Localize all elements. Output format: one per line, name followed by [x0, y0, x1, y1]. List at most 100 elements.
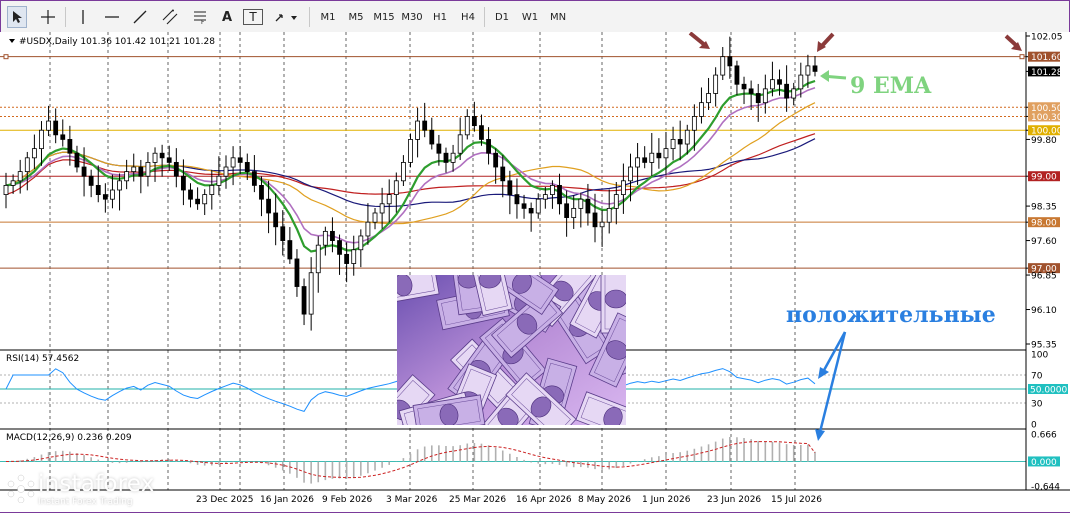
candle-body	[741, 83, 747, 90]
candle-body	[280, 226, 286, 241]
price-level-label: 99.00	[1031, 173, 1057, 183]
timeframe-mn-button[interactable]: MN	[545, 6, 571, 28]
candle-body	[10, 180, 16, 186]
candle-body	[727, 56, 733, 67]
candle-body	[138, 166, 144, 177]
candle-body	[578, 198, 584, 209]
timeframe-m15-button[interactable]: M15	[371, 6, 397, 28]
candle-body	[124, 171, 130, 182]
candle-body	[152, 152, 158, 163]
candle-body	[166, 157, 172, 163]
candle-body	[620, 180, 626, 195]
candle-body	[734, 65, 740, 85]
candle-body	[450, 152, 456, 163]
price-level-label: 100.30	[1031, 113, 1063, 123]
candle-body	[17, 171, 23, 182]
date-axis-label: 16 Apr 2026	[516, 495, 572, 505]
candle-body	[670, 139, 676, 150]
toolbar-separator	[309, 7, 310, 27]
date-axis-label: 23 Jun 2026	[707, 495, 761, 505]
candle-body	[365, 221, 371, 237]
macd-panel-header: MACD(12,26,9) 0.236 0.209	[6, 433, 132, 443]
candle-body	[606, 207, 612, 223]
candle-body	[60, 134, 66, 140]
candle-body	[748, 88, 754, 94]
candle-body	[216, 175, 222, 186]
horizontal-line-tool-button[interactable]	[101, 6, 123, 28]
date-axis-label: 9 Feb 2026	[322, 495, 373, 505]
trendline-tool-button[interactable]	[129, 6, 151, 28]
candle-body	[39, 129, 44, 150]
timeframe-m5-button[interactable]: M5	[343, 6, 369, 28]
candle-body	[677, 139, 683, 145]
price-axis-label: 96.85	[1031, 272, 1057, 282]
candle-body	[457, 134, 463, 154]
vertical-line-icon	[82, 10, 84, 24]
svg-text:F: F	[201, 19, 205, 25]
candle-body	[181, 175, 186, 191]
price-axis-label: 102.05	[1031, 33, 1063, 43]
candle-body	[706, 93, 711, 104]
timeframe-d1-button[interactable]: D1	[489, 6, 515, 28]
arrows-tool-button[interactable]	[271, 6, 301, 28]
price-axis-label: 99.80	[1031, 136, 1057, 146]
candle-body	[443, 152, 449, 163]
label-tool-button[interactable]: T	[243, 9, 263, 25]
timeframe-m1-button[interactable]: M1	[315, 6, 341, 28]
rsi-axis-label: 100	[1031, 351, 1048, 361]
timeframe-h4-button[interactable]: H4	[455, 6, 481, 28]
candle-body	[805, 65, 811, 76]
candle-body	[287, 240, 293, 260]
candle-body	[330, 230, 335, 241]
candle-body	[322, 230, 328, 246]
banknotes-picture	[397, 275, 626, 425]
candle-body	[95, 185, 101, 195]
date-axis-label: 15 Jul 2026	[771, 495, 822, 505]
candle-body	[344, 253, 350, 264]
date-axis-label: 16 Jan 2026	[260, 495, 314, 505]
fibonacci-tool-button[interactable]: F	[189, 6, 211, 28]
candle-body	[599, 221, 605, 228]
candle-body	[209, 185, 215, 195]
candle-body	[145, 162, 151, 177]
candle-body	[777, 79, 782, 85]
candle-body	[337, 240, 342, 255]
candle-body	[691, 116, 697, 131]
timeframe-w1-button[interactable]: W1	[517, 6, 543, 28]
toolbar-separator	[484, 7, 485, 27]
candle-body	[408, 139, 413, 163]
candle-body	[351, 249, 357, 264]
instaforex-logo: instaforex Instant Forex Trading	[4, 470, 194, 510]
cursor-tool-button[interactable]	[7, 6, 27, 28]
candle-body	[784, 83, 790, 99]
candle-body	[117, 180, 122, 191]
text-tool-button[interactable]: A	[217, 6, 237, 28]
rsi-axis-label: 30	[1031, 400, 1043, 410]
candle-body	[649, 152, 655, 163]
date-axis-label: 8 May 2026	[578, 495, 631, 505]
ema-annotation: 9 EMA	[850, 73, 932, 99]
price-level-label: 98.00	[1031, 219, 1057, 229]
chart-area[interactable]: 100 70 50.0000 30 0 0.666 0.000 -0.644 102.05 1…	[0, 32, 1070, 512]
instaforex-logo-mark	[7, 474, 35, 503]
candle-body	[684, 129, 690, 145]
timeframe-m30-button[interactable]: M30	[399, 6, 425, 28]
candle-body	[386, 194, 392, 205]
candle-body	[358, 235, 364, 251]
candle-body	[266, 198, 271, 214]
candle-body	[550, 185, 555, 195]
candle-body	[464, 116, 470, 136]
candle-body	[507, 180, 513, 195]
channel-tool-button[interactable]	[159, 6, 181, 28]
crosshair-tool-button[interactable]	[37, 6, 59, 28]
timeframe-h1-button[interactable]: H1	[427, 6, 453, 28]
candle-body	[379, 203, 385, 214]
candle-body	[699, 102, 704, 117]
candle-body	[195, 198, 201, 205]
channel-icon	[162, 9, 178, 25]
vertical-line-tool-button[interactable]	[73, 6, 93, 28]
candle-body	[88, 175, 94, 186]
candle-body	[102, 194, 108, 200]
candle-body	[131, 166, 137, 173]
chart-background	[0, 32, 1070, 512]
